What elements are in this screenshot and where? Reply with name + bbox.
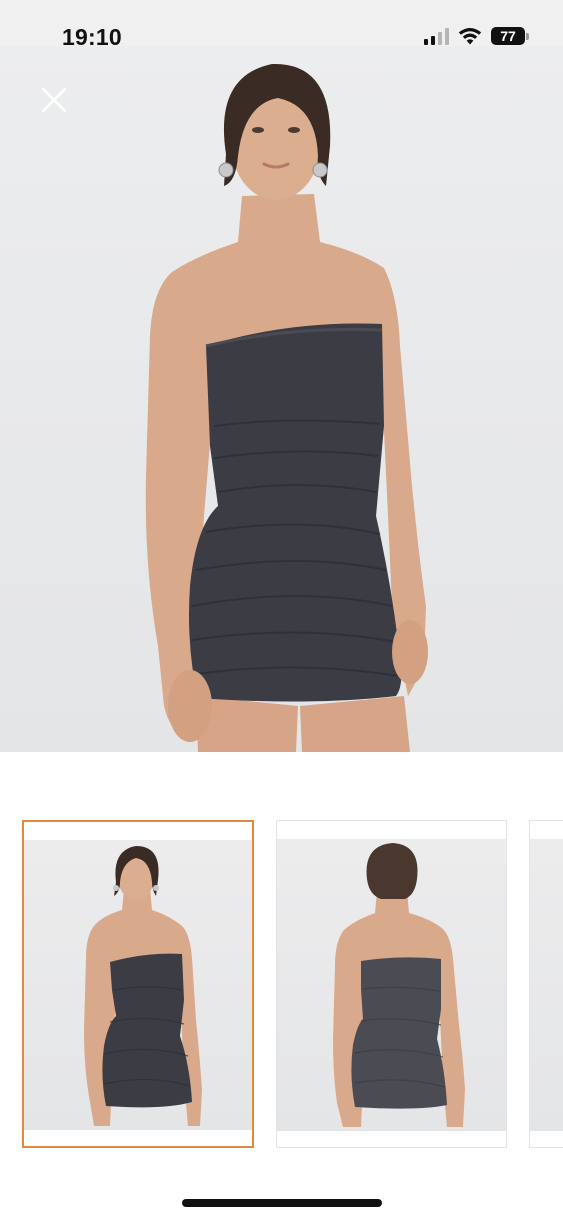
battery-icon: 77: [491, 27, 525, 45]
thumbnail-gallery[interactable]: [0, 818, 563, 1150]
home-indicator[interactable]: [182, 1199, 382, 1207]
model-front-thumbnail-figure: [84, 846, 202, 1126]
battery-level: 77: [500, 28, 516, 44]
thumbnail-item[interactable]: [22, 820, 254, 1148]
product-image-viewer: 19:10 77: [0, 0, 563, 1219]
hero-product-image[interactable]: [0, 46, 563, 752]
status-bar: 19:10 77: [0, 0, 563, 50]
thumbnail-photo-front: [24, 840, 252, 1130]
close-icon: [41, 87, 67, 113]
close-button[interactable]: [38, 84, 70, 116]
battery-tip: [526, 32, 529, 40]
thumbnail-photo-back: [277, 839, 506, 1131]
status-time: 19:10: [62, 24, 122, 50]
model-back-thumbnail-figure: [333, 843, 465, 1127]
cellular-signal-icon: [424, 27, 449, 45]
thumbnail-photo-3: [530, 839, 563, 1131]
thumbnail-item[interactable]: [276, 820, 507, 1148]
wifi-icon: [458, 28, 482, 45]
model-front-figure: [145, 63, 428, 752]
status-indicators: 77: [424, 27, 529, 45]
thumbnail-item[interactable]: [529, 820, 563, 1148]
